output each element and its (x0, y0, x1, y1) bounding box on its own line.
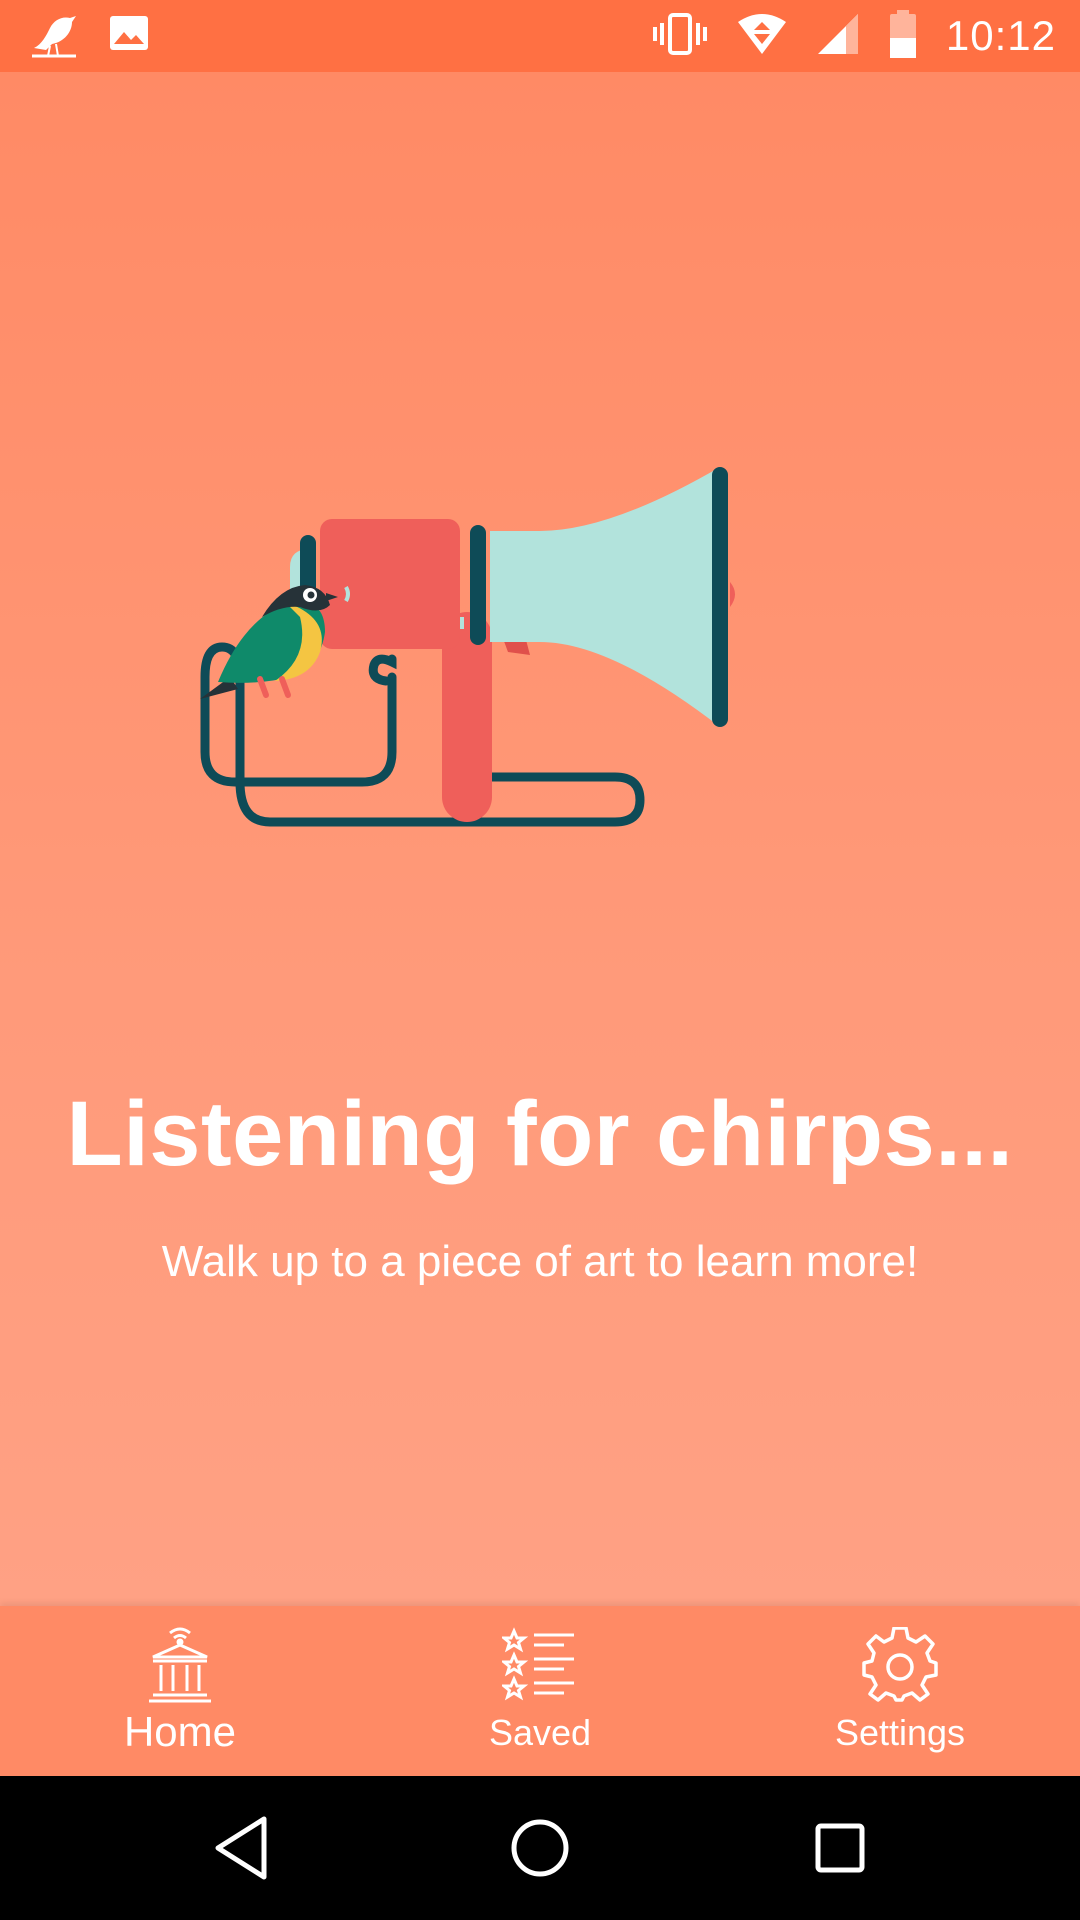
vibrate-icon (652, 11, 708, 62)
nav-settings-label: Settings (834, 1712, 966, 1753)
bird-megaphone-illustration (190, 467, 790, 942)
gear-icon (862, 1624, 938, 1706)
battery-icon (888, 9, 918, 63)
bottom-navigation: Home Saved Settings (0, 1606, 1080, 1776)
nav-saved-label: Saved (488, 1712, 592, 1753)
nav-home[interactable]: Home (0, 1606, 360, 1776)
cell-signal-icon (816, 12, 860, 61)
recents-icon[interactable] (810, 1813, 870, 1888)
museum-icon (145, 1624, 215, 1706)
home-circle-icon[interactable] (508, 1813, 572, 1888)
nav-home-label: Home (123, 1708, 237, 1755)
nav-saved[interactable]: Saved (360, 1606, 720, 1776)
system-navigation-bar (0, 1776, 1080, 1920)
bird-logo-icon (28, 10, 80, 67)
listening-headline: Listening for chirps... (66, 1083, 1014, 1185)
main-content: Listening for chirps... Walk up to a pie… (0, 72, 1080, 1606)
wifi-icon (736, 12, 788, 61)
back-icon[interactable] (212, 1813, 272, 1888)
image-icon (106, 10, 150, 67)
status-time: 10:12 (945, 12, 1056, 59)
saved-list-icon (502, 1624, 578, 1706)
nav-settings[interactable]: Settings (720, 1606, 1080, 1776)
status-bar: 10:12 (0, 0, 1080, 72)
instruction-subtitle: Walk up to a piece of art to learn more! (161, 1237, 919, 1286)
